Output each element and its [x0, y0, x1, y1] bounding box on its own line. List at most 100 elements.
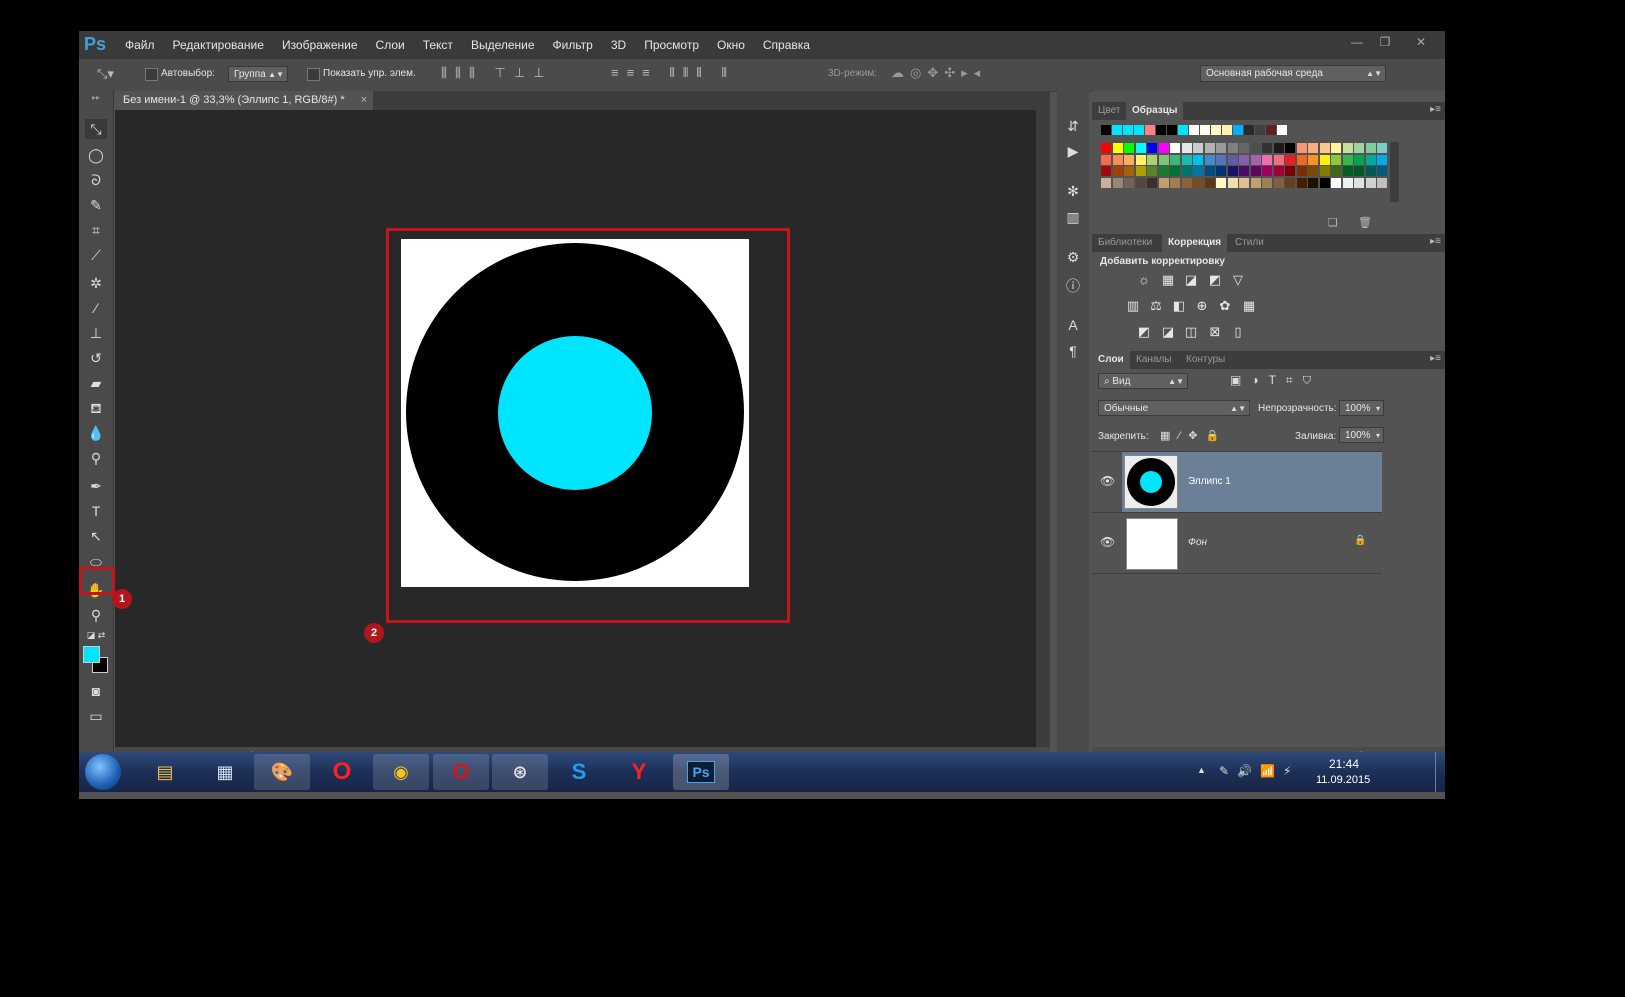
clock-date[interactable]: 11.09.2015 — [1316, 774, 1370, 786]
swatch[interactable] — [1365, 154, 1376, 165]
info-icon[interactable]: ⓘ — [1061, 276, 1085, 296]
properties-icon[interactable]: ⚙ — [1061, 249, 1085, 269]
swatch[interactable] — [1331, 177, 1341, 188]
quick-mask-icon[interactable]: ◙ — [85, 681, 107, 701]
exposure-icon[interactable]: ◩ — [1207, 272, 1223, 288]
swatch[interactable] — [1193, 154, 1203, 165]
posterize-icon[interactable]: ◪ — [1160, 324, 1176, 340]
swap-colors-icon[interactable]: ◪ ⇄ — [85, 628, 107, 642]
menu-layers[interactable]: Слои — [376, 38, 405, 52]
menu-help[interactable]: Справка — [763, 38, 810, 52]
menu-select[interactable]: Выделение — [471, 38, 535, 52]
menu-edit[interactable]: Редактирование — [173, 38, 264, 52]
autoselect-dropdown[interactable]: Группа ▲▼ — [228, 66, 288, 82]
swatch[interactable] — [1193, 143, 1203, 153]
swatch[interactable] — [1266, 125, 1276, 135]
swatch[interactable] — [1181, 154, 1192, 165]
swatch[interactable] — [1227, 154, 1238, 165]
swatch[interactable] — [1342, 177, 1353, 188]
align-icons[interactable]: ⫼⫼⫼ ⊤⊥⊥ — [441, 65, 553, 81]
swatch[interactable] — [1135, 154, 1146, 165]
close-button[interactable]: ✕ — [1409, 35, 1433, 51]
invert-icon[interactable]: ◩ — [1136, 324, 1152, 340]
swatches-grid[interactable] — [1092, 120, 1445, 244]
swatch[interactable] — [1178, 125, 1188, 135]
swatch[interactable] — [1227, 143, 1238, 153]
opacity-field[interactable]: 100% ▾ — [1339, 400, 1384, 416]
lock-icons[interactable]: ▦⁄✥🔒 — [1160, 429, 1227, 442]
swatch[interactable] — [1193, 177, 1203, 188]
levels-icon[interactable]: ▦ — [1160, 272, 1176, 288]
fill-field[interactable]: 100% ▾ — [1339, 427, 1384, 443]
swatch[interactable] — [1285, 166, 1295, 176]
start-button[interactable] — [85, 754, 121, 790]
swatch[interactable] — [1285, 143, 1295, 153]
swatch[interactable] — [1377, 154, 1387, 165]
swatch[interactable] — [1308, 143, 1318, 153]
tab-adjustments[interactable]: Коррекция — [1162, 234, 1228, 252]
swatch[interactable] — [1262, 154, 1272, 165]
swatch[interactable] — [1158, 166, 1169, 176]
swatch[interactable] — [1193, 166, 1203, 176]
dodge-icon[interactable]: ⚲ — [85, 448, 107, 468]
swatch[interactable] — [1285, 177, 1295, 188]
swatch[interactable] — [1365, 177, 1376, 188]
swatch[interactable] — [1216, 177, 1226, 188]
swatch[interactable] — [1273, 177, 1284, 188]
delete-swatch-icon[interactable]: 🗑 — [1358, 216, 1372, 229]
swatch[interactable] — [1204, 177, 1215, 188]
swatch[interactable] — [1147, 166, 1157, 176]
panel-menu-icon[interactable]: ▸≡ — [1430, 353, 1441, 364]
color-lookup-icon[interactable]: ▦ — [1241, 298, 1257, 314]
document-tab[interactable]: Без имени-1 @ 33,3% (Эллипс 1, RGB/8#) *… — [115, 91, 373, 110]
swatch[interactable] — [1216, 143, 1226, 153]
autoselect-checkbox[interactable] — [145, 68, 158, 81]
quick-selection-icon[interactable]: ✎ — [85, 195, 107, 215]
swatch[interactable] — [1308, 177, 1318, 188]
menu-text[interactable]: Текст — [423, 38, 453, 52]
swatch[interactable] — [1170, 166, 1180, 176]
swatch[interactable] — [1181, 177, 1192, 188]
swatch[interactable] — [1147, 143, 1157, 153]
swatch[interactable] — [1124, 143, 1134, 153]
foreground-color-swatch[interactable] — [83, 646, 100, 663]
swatch[interactable] — [1377, 143, 1387, 153]
minimize-button[interactable]: — — [1345, 35, 1369, 51]
swatch[interactable] — [1239, 177, 1249, 188]
swatch[interactable] — [1147, 154, 1157, 165]
swatch[interactable] — [1273, 154, 1284, 165]
swatch[interactable] — [1296, 177, 1307, 188]
swatch[interactable] — [1112, 154, 1123, 165]
menu-3d[interactable]: 3D — [611, 38, 626, 52]
brush-settings-icon[interactable]: ✻ — [1061, 183, 1085, 203]
tab-layers[interactable]: Слои — [1092, 351, 1130, 369]
swatch[interactable] — [1250, 177, 1261, 188]
menu-image[interactable]: Изображение — [282, 38, 358, 52]
taskbar-yandex-icon[interactable]: Y — [611, 754, 667, 790]
swatch[interactable] — [1216, 154, 1226, 165]
layer-name[interactable]: Фон — [1188, 537, 1207, 548]
swatch[interactable] — [1101, 166, 1111, 176]
eraser-icon[interactable]: ▰ — [85, 373, 107, 393]
swatch[interactable] — [1112, 177, 1123, 188]
zoom-icon[interactable]: ⚲ — [85, 605, 107, 625]
swatch[interactable] — [1319, 154, 1330, 165]
swatch[interactable] — [1216, 166, 1226, 176]
screen-mode-icon[interactable]: ▭ — [85, 706, 107, 726]
tab-libraries[interactable]: Библиотеки — [1092, 234, 1158, 252]
vibrance-icon[interactable]: ▽ — [1230, 272, 1246, 288]
swatch[interactable] — [1156, 125, 1166, 135]
taskbar-chrome-icon[interactable]: ◉ — [373, 754, 429, 790]
swatch[interactable] — [1277, 125, 1287, 135]
swatch[interactable] — [1296, 166, 1307, 176]
brush-icon[interactable]: ⁄ — [85, 298, 107, 318]
swatch[interactable] — [1135, 166, 1146, 176]
hue-saturation-icon[interactable]: ▥ — [1125, 298, 1141, 314]
swatch[interactable] — [1124, 177, 1134, 188]
menu-filter[interactable]: Фильтр — [553, 38, 593, 52]
swatch[interactable] — [1189, 125, 1199, 135]
taskbar-photoshop-button[interactable]: Ps — [673, 754, 729, 790]
swatch[interactable] — [1331, 166, 1341, 176]
swatch[interactable] — [1296, 154, 1307, 165]
swatch[interactable] — [1250, 143, 1261, 153]
